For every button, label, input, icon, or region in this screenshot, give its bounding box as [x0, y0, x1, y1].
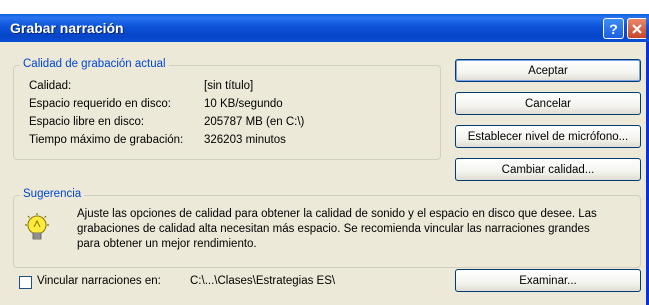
- browse-button[interactable]: Examinar...: [455, 269, 641, 292]
- max-time-value: 326203 minutos: [204, 134, 286, 146]
- background-window-strip: [0, 0, 649, 14]
- tip-text-line1: Ajuste las opciones de calidad para obte…: [77, 208, 597, 220]
- tip-group: Sugerencia Ajuste las opciones de calida…: [13, 188, 641, 268]
- required-space-value: 10 KB/segundo: [204, 98, 283, 110]
- required-space-label: Espacio requerido en disco:: [29, 98, 171, 110]
- link-narrations-label[interactable]: Vincular narraciones en:: [37, 275, 161, 287]
- free-space-label: Espacio libre en disco:: [29, 116, 145, 128]
- free-space-value: 205787 MB (en C:\): [204, 116, 305, 128]
- cancel-button[interactable]: Cancelar: [455, 92, 641, 115]
- mic-level-button[interactable]: Establecer nivel de micrófono...: [455, 125, 641, 148]
- change-quality-button[interactable]: Cambiar calidad...: [455, 158, 641, 181]
- dialog-title: Grabar narración: [10, 20, 124, 36]
- tip-group-legend: Sugerencia: [20, 188, 85, 200]
- quality-group-legend: Calidad de grabación actual: [20, 58, 169, 70]
- tip-text-line3: para obtener un mejor rendimiento.: [77, 238, 257, 250]
- link-narrations-checkbox[interactable]: [19, 276, 32, 289]
- link-path-value: C:\...\Clases\Estrategias ES\: [190, 275, 336, 287]
- quality-label: Calidad:: [29, 80, 72, 92]
- lightbulb-icon: [22, 212, 52, 244]
- quality-value: [sin título]: [204, 80, 254, 92]
- accept-button[interactable]: Aceptar: [455, 59, 641, 82]
- dialog-window: Grabar narración ? Calidad de grabación …: [0, 14, 649, 305]
- max-time-label: Tiempo máximo de grabación:: [29, 134, 184, 146]
- help-icon[interactable]: ?: [603, 18, 624, 39]
- tip-text-line2: grabaciones de calidad alta necesitan má…: [77, 223, 590, 235]
- title-bar[interactable]: Grabar narración ?: [0, 14, 649, 42]
- close-icon[interactable]: [627, 18, 646, 39]
- quality-group: Calidad de grabación actual Calidad: [si…: [13, 58, 441, 160]
